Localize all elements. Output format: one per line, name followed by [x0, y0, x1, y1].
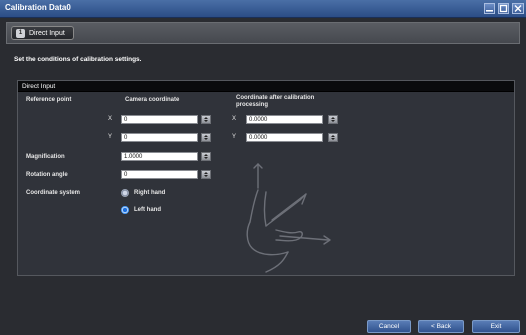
reference-point-label: Reference point — [26, 97, 72, 103]
camera-x-axis-label: X — [108, 116, 113, 122]
step-bar: 1 Direct Input — [6, 22, 520, 44]
rotation-angle-stepper[interactable] — [201, 170, 211, 179]
rotation-angle-field[interactable]: 0 — [121, 170, 198, 179]
camera-y-field[interactable]: 0 — [121, 133, 198, 142]
close-button[interactable] — [512, 3, 524, 14]
close-icon — [514, 5, 522, 12]
after-calibration-label-line2: processing — [236, 102, 269, 108]
rotation-angle-value: 0 — [124, 172, 128, 178]
cancel-button[interactable]: Cancel — [367, 320, 411, 333]
spin-arrows-icon — [204, 117, 208, 122]
back-button[interactable]: < Back — [418, 320, 464, 333]
after-y-axis-label: Y — [232, 134, 237, 140]
after-y-value: 0.0000 — [249, 135, 268, 141]
left-hand-radio[interactable] — [121, 206, 129, 214]
after-x-field[interactable]: 0.0000 — [246, 115, 323, 124]
rotation-angle-label: Rotation angle — [26, 172, 68, 178]
camera-x-stepper[interactable] — [201, 115, 211, 124]
magnification-field[interactable]: 1.0000 — [121, 152, 198, 161]
after-x-value: 0.0000 — [249, 117, 268, 123]
panel-heading: Direct Input — [18, 81, 514, 92]
exit-button[interactable]: Exit — [472, 320, 520, 333]
left-hand-illustration-icon — [246, 163, 331, 273]
step-tab-direct-input[interactable]: 1 Direct Input — [11, 26, 74, 40]
after-x-stepper[interactable] — [328, 115, 338, 124]
right-hand-radio[interactable] — [121, 189, 129, 197]
camera-y-value: 0 — [124, 135, 128, 141]
camera-coordinate-label: Camera coordinate — [125, 97, 180, 103]
magnification-label: Magnification — [26, 154, 65, 160]
spin-arrows-icon — [331, 117, 335, 122]
after-x-axis-label: X — [232, 116, 237, 122]
spin-arrows-icon — [204, 135, 208, 140]
camera-y-stepper[interactable] — [201, 133, 211, 142]
spin-arrows-icon — [204, 172, 208, 177]
title-bar: Calibration Data0 — [0, 0, 526, 18]
after-calibration-label-line1: Coordinate after calibration — [236, 95, 315, 101]
camera-y-axis-label: Y — [108, 134, 113, 140]
left-hand-label[interactable]: Left hand — [134, 207, 161, 213]
spin-arrows-icon — [331, 135, 335, 140]
camera-x-value: 0 — [124, 117, 128, 123]
after-y-stepper[interactable] — [328, 133, 338, 142]
after-y-field[interactable]: 0.0000 — [246, 133, 323, 142]
camera-x-field[interactable]: 0 — [121, 115, 198, 124]
minimize-button[interactable] — [484, 3, 495, 14]
step-number: 1 — [16, 28, 25, 38]
step-label: Direct Input — [29, 29, 65, 37]
coordinate-system-label: Coordinate system — [26, 190, 81, 196]
minimize-icon — [486, 10, 493, 12]
instruction-text: Set the conditions of calibration settin… — [14, 56, 142, 63]
maximize-button[interactable] — [498, 3, 509, 14]
spin-arrows-icon — [204, 154, 208, 159]
right-hand-label[interactable]: Right hand — [134, 190, 165, 196]
magnification-stepper[interactable] — [201, 152, 211, 161]
window-title: Calibration Data0 — [5, 3, 71, 12]
magnification-value: 1.0000 — [124, 154, 143, 160]
maximize-icon — [499, 4, 508, 13]
